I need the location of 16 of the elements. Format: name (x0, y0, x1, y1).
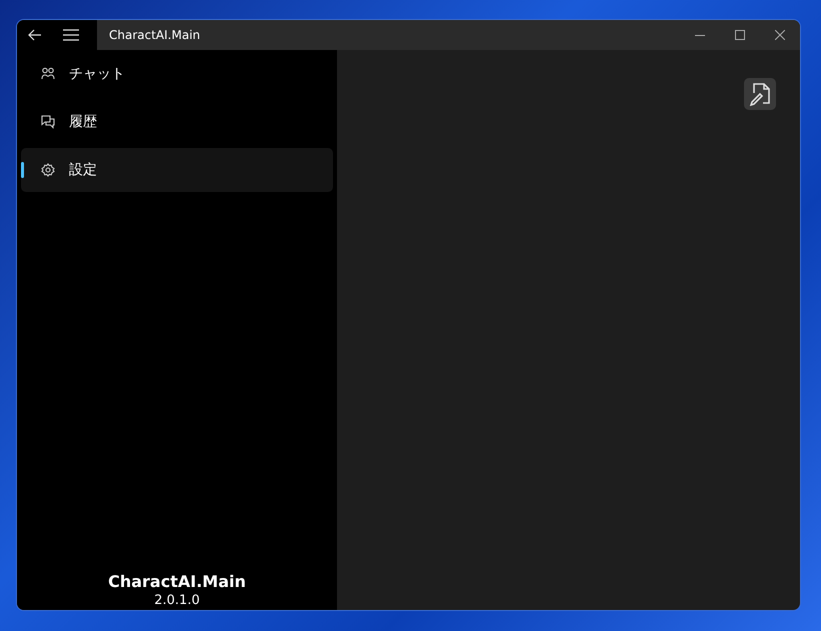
chat-bubbles-icon (41, 115, 55, 129)
edit-file-button[interactable] (744, 78, 776, 110)
nav-item[interactable]: 設定 (21, 148, 333, 192)
settings-icon (41, 163, 55, 177)
back-icon (28, 29, 42, 41)
app-name: CharactAI.Main (108, 572, 246, 591)
nav-item[interactable]: 履歴 (21, 100, 333, 144)
selection-indicator (21, 162, 24, 178)
close-icon (775, 30, 785, 40)
nav-item[interactable]: チャット (21, 52, 333, 96)
people-icon (41, 67, 55, 81)
version-number: 2.0.1.0 (154, 593, 200, 608)
window-title: CharactAI.Main (108, 28, 202, 42)
maximize-icon (735, 30, 745, 40)
menu-icon (63, 29, 79, 41)
document-pencil-icon (748, 82, 772, 106)
